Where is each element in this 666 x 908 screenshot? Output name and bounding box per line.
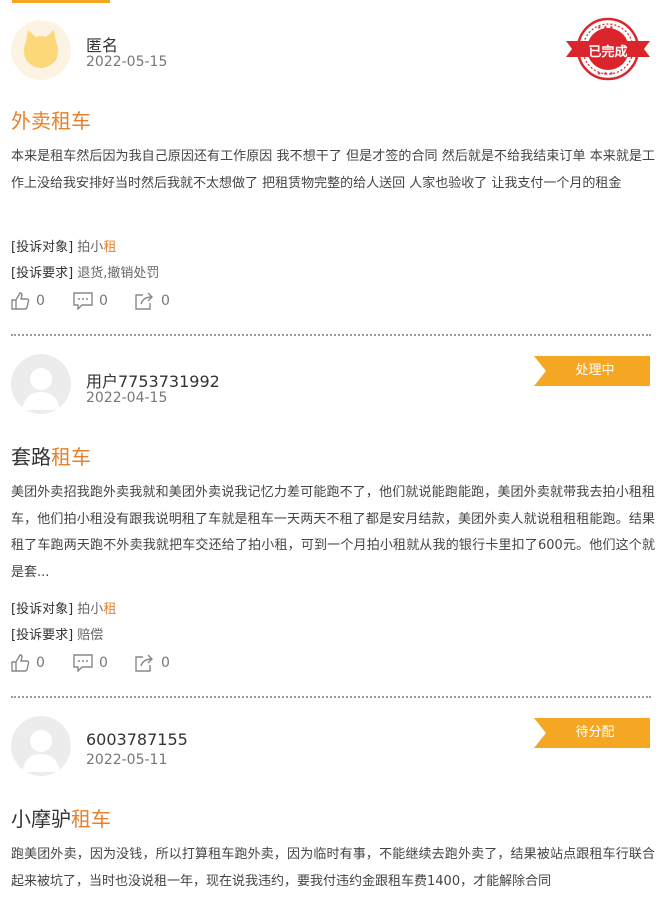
share-icon: [135, 292, 153, 310]
thumbs-up-icon: [11, 654, 30, 672]
complaint-date: 2022-05-11: [86, 752, 168, 768]
title-prefix: 外卖: [11, 109, 51, 133]
comment-icon: [73, 292, 93, 310]
complaint-date: 2022-05-15: [86, 54, 168, 70]
user-avatar-icon[interactable]: [11, 354, 71, 414]
cat-avatar-icon[interactable]: [11, 20, 71, 80]
comment-icon: [73, 654, 93, 672]
status-tag: 待分配: [534, 718, 650, 748]
comment-button[interactable]: 0: [73, 292, 108, 310]
comment-count: 0: [99, 293, 108, 309]
title-prefix: 套路: [11, 445, 51, 469]
thumbs-up-icon: [11, 292, 30, 310]
complaint-title[interactable]: 小摩驴租车: [11, 803, 111, 832]
user-name[interactable]: 6003787155: [86, 730, 188, 749]
target-value[interactable]: 拍小租: [77, 240, 116, 255]
complaint-target: [投诉对象] 拍小租: [11, 236, 116, 255]
title-highlight: 租车: [71, 807, 111, 831]
demand-label: [投诉要求]: [11, 266, 74, 281]
complaint-demand: [投诉要求] 赔偿: [11, 624, 103, 643]
status-tag: 处理中: [534, 356, 650, 386]
user-avatar-icon[interactable]: [11, 716, 71, 776]
target-highlight: 租: [103, 240, 117, 255]
complaint-body[interactable]: 本来是租车然后因为我自己原因还有工作原因 我不想干了 但是才签的合同 然后就是不…: [11, 144, 655, 197]
demand-label: [投诉要求]: [11, 628, 74, 643]
svg-text:★ ★ ★: ★ ★ ★: [597, 25, 614, 31]
like-count: 0: [36, 293, 45, 309]
user-name[interactable]: 用户7753731992: [86, 368, 220, 392]
demand-value: 赔偿: [77, 628, 104, 643]
target-label: [投诉对象]: [11, 240, 74, 255]
target-prefix: 拍小: [77, 240, 104, 255]
complaint-target: [投诉对象] 拍小租: [11, 598, 116, 617]
share-count: 0: [161, 293, 170, 309]
complaint-demand: [投诉要求] 退货,撤销处罚: [11, 262, 159, 281]
share-button[interactable]: 0: [135, 292, 170, 310]
top-accent-strip: [12, 0, 110, 3]
share-button[interactable]: 0: [135, 654, 170, 672]
title-highlight: 租车: [51, 109, 91, 133]
target-label: [投诉对象]: [11, 602, 74, 617]
comment-count: 0: [99, 655, 108, 671]
target-highlight: 租: [103, 602, 117, 617]
complaint-title[interactable]: 外卖租车: [11, 105, 91, 134]
target-prefix: 拍小: [77, 602, 104, 617]
like-count: 0: [36, 655, 45, 671]
demand-value: 退货,撤销处罚: [77, 266, 160, 281]
comment-button[interactable]: 0: [73, 654, 108, 672]
user-name[interactable]: 匿名: [86, 32, 118, 56]
title-highlight: 租车: [51, 445, 91, 469]
complaint-date: 2022-04-15: [86, 390, 168, 406]
title-prefix: 小摩驴: [11, 807, 71, 831]
share-count: 0: [161, 655, 170, 671]
complaint-body[interactable]: 美团外卖招我跑外卖我就和美团外卖说我记忆力差可能跑不了，他们就说能跑能跑，美团外…: [11, 480, 655, 586]
svg-text:★ ★ ★: ★ ★ ★: [597, 71, 614, 77]
card-divider: [11, 696, 651, 698]
target-value[interactable]: 拍小租: [77, 602, 116, 617]
share-icon: [135, 654, 153, 672]
like-button[interactable]: 0: [11, 292, 45, 310]
complaint-body[interactable]: 跑美团外卖，因为没钱，所以打算租车跑外卖，因为临时有事，不能继续去跑外卖了，结果…: [11, 842, 655, 895]
complaint-title[interactable]: 套路租车: [11, 441, 91, 470]
status-stamp-label: 已完成: [588, 45, 628, 60]
like-button[interactable]: 0: [11, 654, 45, 672]
card-divider: [11, 334, 651, 336]
